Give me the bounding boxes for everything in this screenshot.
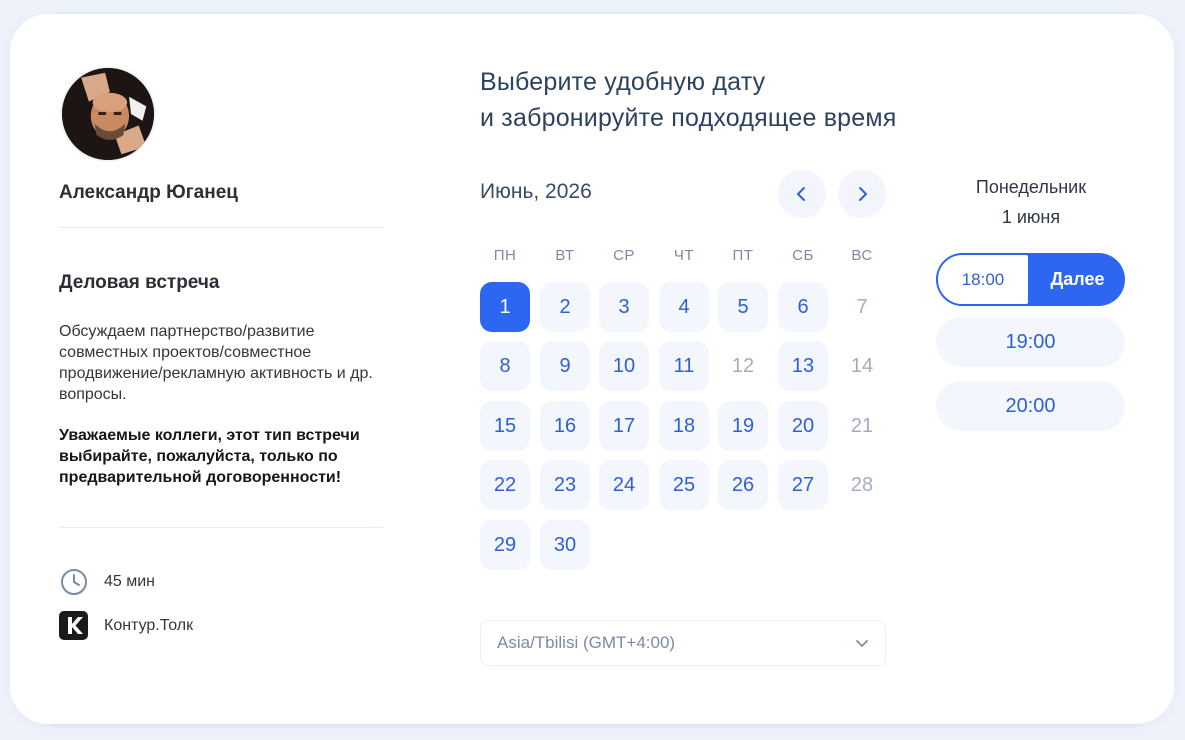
weekday-header: ПН ВТ СР ЧТ ПТ СБ ВС [480,247,900,267]
calendar-day[interactable]: 17 [599,401,649,451]
platform-row: Контур.Толк [59,611,193,640]
kontur-logo-icon [59,611,88,640]
selected-date: 1 июня [1001,207,1061,227]
calendar-day[interactable]: 11 [659,341,709,391]
calendar-day: 14 [850,354,874,377]
calendar-day[interactable]: 10 [599,341,649,391]
calendar-day[interactable]: 6 [778,282,828,332]
duration-row: 45 мин [59,567,155,596]
weekday-label: СР [613,247,635,264]
calendar-day[interactable]: 26 [718,460,768,510]
next-button[interactable]: Далее [1030,253,1125,306]
calendar-day[interactable]: 27 [778,460,828,510]
calendar-day[interactable]: 23 [540,460,590,510]
calendar-day[interactable]: 3 [599,282,649,332]
calendar-day: 7 [856,295,868,318]
calendar-day[interactable]: 19 [718,401,768,451]
calendar-day[interactable]: 18 [659,401,709,451]
calendar-day[interactable]: 29 [480,520,530,570]
time-slot-selected[interactable]: 18:00 [936,253,1030,306]
selected-time-slot: 18:00 Далее [936,253,1125,306]
time-slot[interactable]: 20:00 [936,381,1125,431]
avatar [60,66,156,162]
chevron-down-icon [856,640,868,647]
prev-month-button[interactable] [778,170,826,218]
selected-weekday: Понедельник [975,177,1087,197]
calendar-day[interactable]: 25 [659,460,709,510]
duration-label: 45 мин [104,572,156,590]
calendar-day[interactable]: 5 [718,282,768,332]
calendar-day[interactable]: 13 [778,341,828,391]
weekday-label: СБ [792,247,814,264]
timezone-select[interactable]: Asia/Tbilisi (GMT+4:00) [480,620,886,666]
calendar-day[interactable]: 1 [480,282,530,332]
platform-label: Контур.Толк [104,616,194,634]
calendar-day[interactable]: 30 [540,520,590,570]
calendar-day: 21 [850,414,874,437]
meeting-description: Обсуждаем партнерство/развитие совместны… [59,323,373,403]
weekday-label: ВТ [555,247,575,264]
weekday-label: ЧТ [673,247,695,264]
meeting-note: Уважаемые коллеги, этот тип встречи выби… [59,427,360,486]
calendar-day[interactable]: 15 [480,401,530,451]
page-title-line1: Выберите удобную дату [480,68,766,96]
time-slot[interactable]: 19:00 [936,317,1125,367]
page-title: Выберите удобную дату и забронируйте под… [480,64,897,136]
calendar-day[interactable]: 24 [599,460,649,510]
calendar-day[interactable]: 20 [778,401,828,451]
timezone-value: Asia/Tbilisi (GMT+4:00) [497,633,676,652]
divider [59,527,383,528]
calendar-day[interactable]: 2 [540,282,590,332]
calendar-day: 12 [731,354,755,377]
selected-date-label: Понедельник 1 июня [940,172,1122,232]
weekday-label: ВС [851,247,873,264]
calendar-day: 28 [850,473,874,496]
chevron-left-icon [797,187,805,201]
divider [59,227,383,228]
calendar-day[interactable]: 22 [480,460,530,510]
host-name: Александр Юганец [59,182,238,203]
page-title-line2: и забронируйте подходящее время [480,104,897,132]
clock-icon [59,567,88,596]
calendar-day[interactable]: 9 [540,341,590,391]
calendar-day[interactable]: 16 [540,401,590,451]
weekday-label: ПТ [732,247,754,264]
meeting-title: Деловая встреча [59,272,220,293]
weekday-label: ПН [493,247,517,264]
calendar-month: Июнь, 2026 [480,180,592,203]
next-month-button[interactable] [838,170,886,218]
calendar-day[interactable]: 8 [480,341,530,391]
calendar-day[interactable]: 4 [659,282,709,332]
chevron-right-icon [859,187,867,201]
